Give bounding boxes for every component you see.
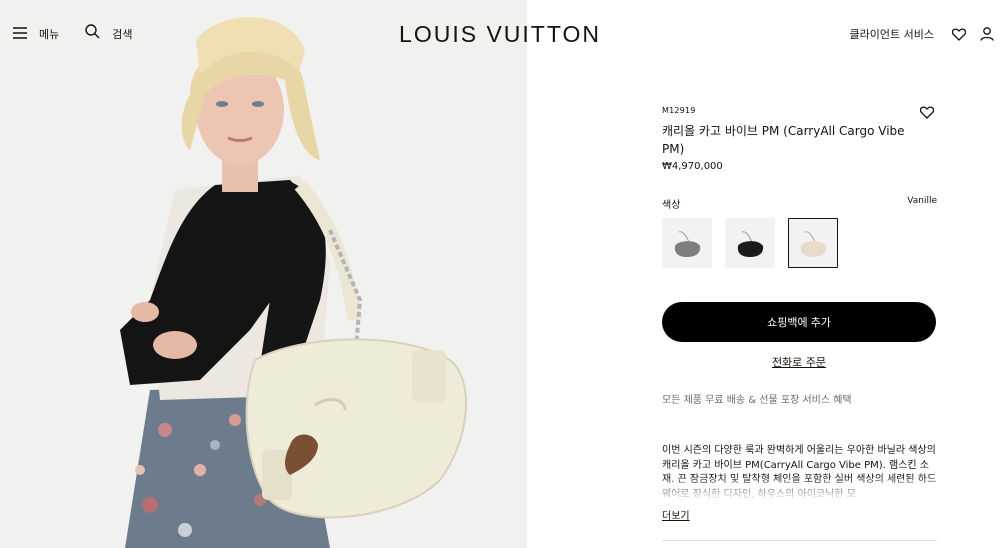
product-sku: M12919 (662, 106, 696, 115)
menu-button[interactable]: 메뉴 (13, 24, 59, 43)
heart-icon (952, 28, 966, 41)
color-label: 색상 (662, 200, 681, 211)
client-service-link[interactable]: 클라이언트 서비스 (850, 26, 934, 42)
order-by-phone-link[interactable]: 전화로 주문 (662, 354, 936, 370)
site-header: 메뉴 검색 LOUIS VUITTON 클라이언트 서비스 (0, 0, 1000, 70)
swatch-grey[interactable] (662, 218, 712, 268)
swatch-vanille[interactable] (788, 218, 838, 268)
product-hero-image (0, 0, 527, 548)
product-price: ₩4,970,000 (662, 161, 723, 172)
hero-illustration (0, 0, 527, 548)
header-right-nav: 클라이언트 서비스 (850, 26, 994, 42)
section-divider (662, 540, 937, 541)
menu-label: 메뉴 (39, 27, 60, 41)
black-bag-icon (737, 231, 764, 257)
header-left-nav: 메뉴 검색 (13, 24, 133, 43)
search-label: 검색 (112, 27, 133, 41)
search-icon (85, 24, 100, 43)
account-button[interactable] (980, 27, 994, 41)
menu-icon (13, 24, 27, 43)
heart-icon (919, 106, 935, 119)
service-benefit-text: 모든 제품 무료 배송 & 선물 포장 서비스 혜택 (662, 395, 852, 406)
user-icon (980, 27, 994, 41)
swatch-black[interactable] (725, 218, 775, 268)
product-title: 캐리올 카고 바이브 PM (CarryAll Cargo Vibe PM) (662, 124, 905, 156)
grey-bag-icon (674, 231, 701, 257)
search-button[interactable]: 검색 (85, 24, 133, 43)
product-description: 이번 시즌의 다양한 룩과 완벽하게 어울리는 우아한 바닐라 색상의 캐리올 … (662, 445, 937, 500)
color-swatches (662, 218, 851, 268)
read-more-link[interactable]: 더보기 (662, 507, 690, 522)
vanille-bag-icon (800, 231, 827, 257)
add-to-bag-button[interactable]: 쇼핑백에 추가 (662, 302, 936, 342)
selected-color-value: Vanille (907, 196, 937, 206)
product-wishlist-button[interactable] (919, 104, 935, 123)
wishlist-button[interactable] (952, 28, 966, 41)
